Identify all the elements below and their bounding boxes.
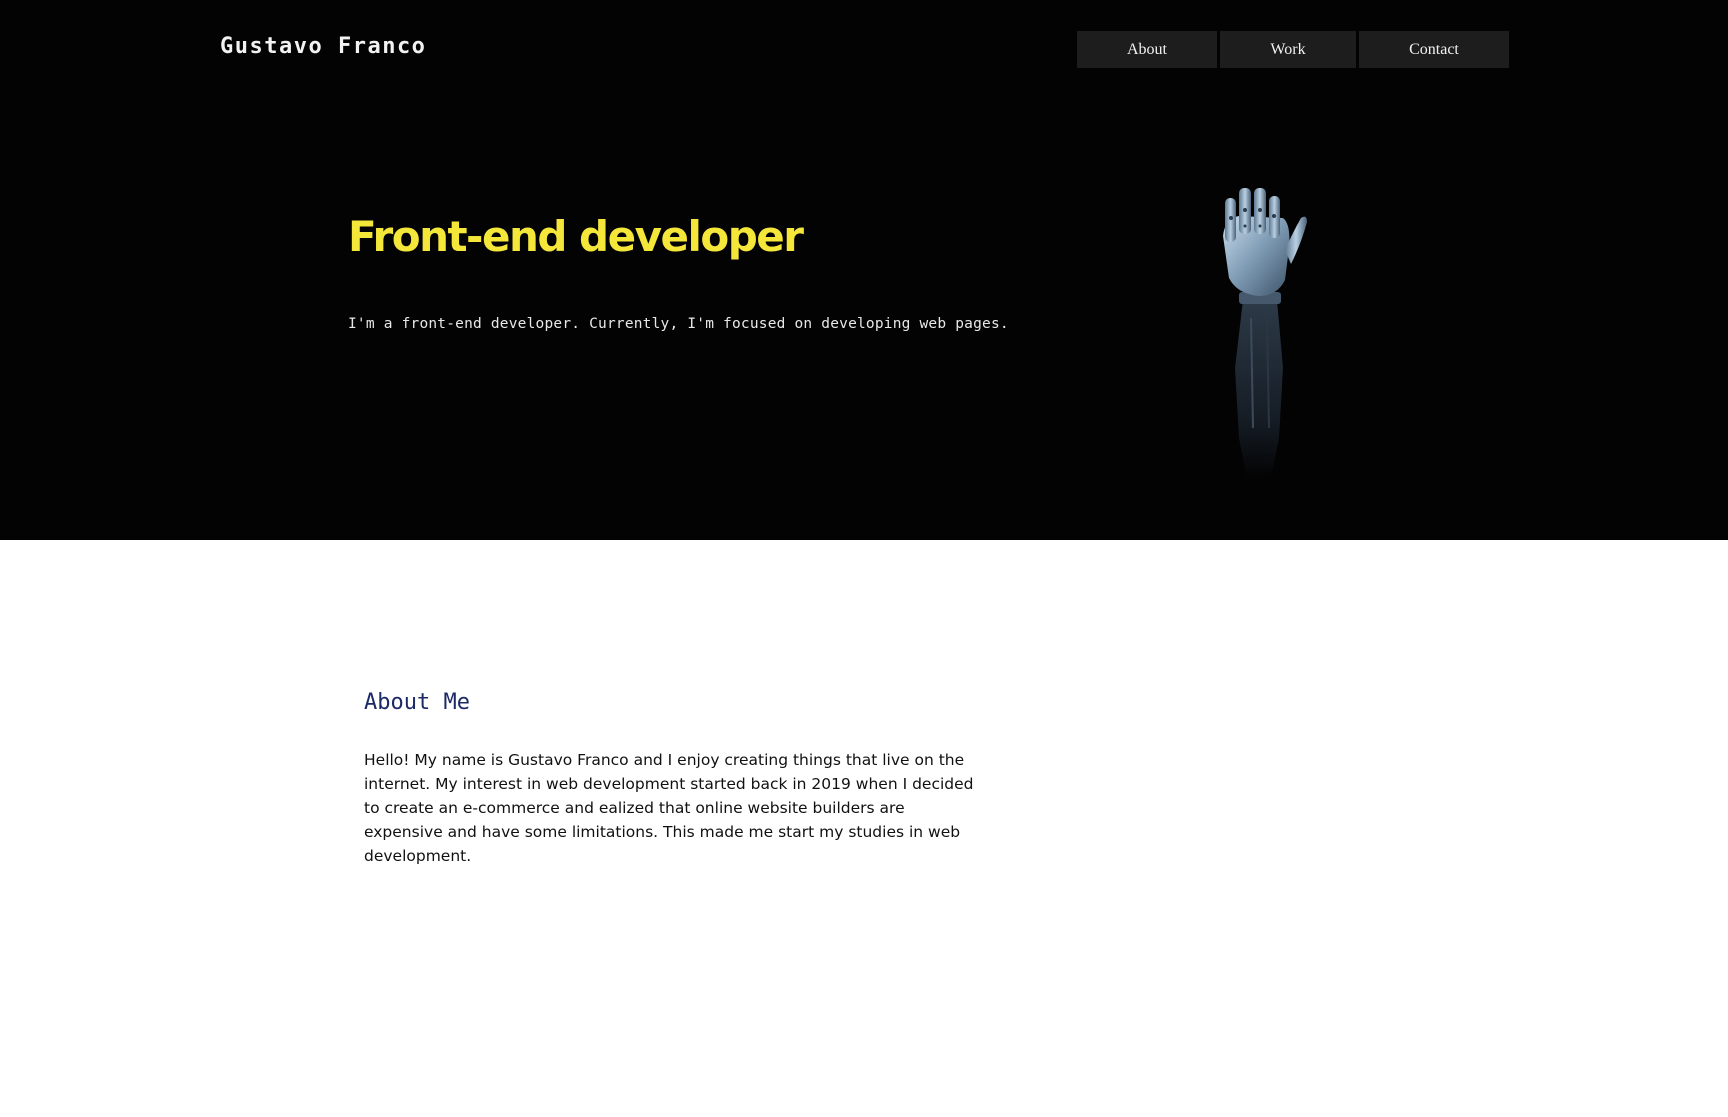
nav-work-button[interactable]: Work: [1220, 31, 1356, 68]
hero-subtitle: I'm a front-end developer. Currently, I'…: [348, 316, 1009, 332]
robot-hand-icon: [1223, 188, 1307, 478]
hero-section: Gustavo Franco About Work Contact Front-…: [0, 0, 1728, 540]
nav-contact-button[interactable]: Contact: [1359, 31, 1509, 68]
main-nav: About Work Contact: [1077, 31, 1509, 68]
site-logo[interactable]: Gustavo Franco: [220, 34, 426, 59]
nav-about-button[interactable]: About: [1077, 31, 1217, 68]
hero-title: Front-end developer: [348, 212, 804, 261]
about-title: About Me: [364, 690, 470, 715]
about-text: Hello! My name is Gustavo Franco and I e…: [364, 751, 974, 865]
